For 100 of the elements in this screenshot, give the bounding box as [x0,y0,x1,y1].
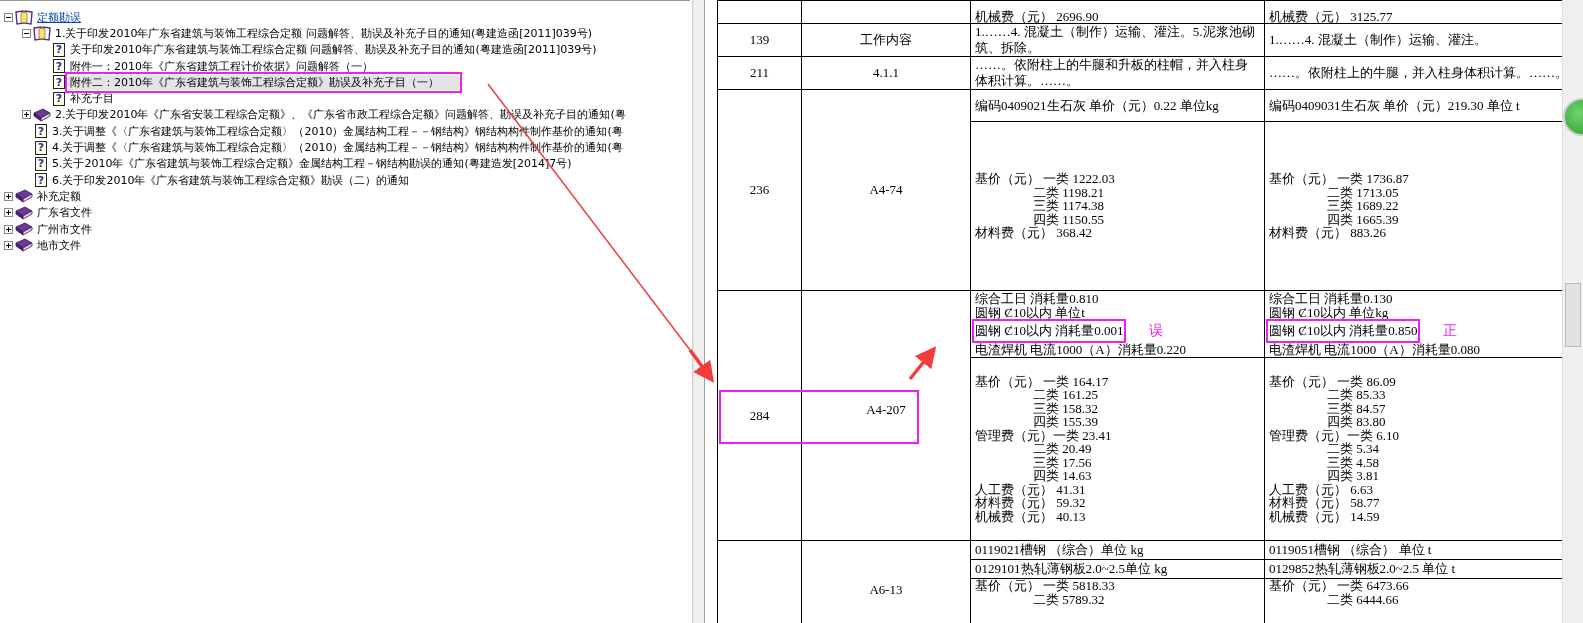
cell-line: 二类 20.49 [1033,442,1092,456]
cell-line: 编码0409021生石灰 单价（元）0.22 单位kg [975,97,1219,114]
table-cell: A6-13 [869,582,903,597]
tree-item[interactable]: 广州市文件 [35,221,94,237]
cell-line: 机械费（元） 14.59 [1269,509,1380,524]
cell-line: 机械费（元） 3125.77 [1269,9,1393,23]
tree-item[interactable]: 附件一：2010年《广东省建筑工程计价依据》问题解答（一） [68,58,375,74]
cell-line: 四类 83.80 [1327,415,1386,429]
book-icon [15,221,33,237]
cell-line: 四类 1150.55 [1033,212,1105,227]
cell-line: 三类 158.32 [1033,401,1098,416]
table-cell: 4.1.1 [873,65,899,80]
help-document-icon: ? [35,173,47,188]
cell-line: 圆钢 Ȼ10以内 消耗量0.001 [975,322,1124,340]
cell-line: 基价（元） 一类 86.09 [1269,374,1396,389]
cell-line: 机械费（元） 2696.90 [975,9,1099,23]
tree-item[interactable]: 广东省文件 [35,205,94,221]
cell-line: 四类 14.63 [1033,469,1092,483]
cell-line: 管理费（元）一类 6.10 [1269,428,1399,443]
cell-line: 1.……4. 混凝土（制作）运输、灌注。 [1269,32,1487,48]
cell-line: 二类 85.33 [1327,388,1386,402]
book-icon [15,188,33,205]
cell-line: 三类 1174.38 [1033,199,1105,213]
tree-item[interactable]: 关于印发2010年广东省建筑与装饰工程综合定额 问题解答、勘误及补充子目的通知(粤建造函[2011]039号) [68,42,599,58]
help-document-icon: ? [35,156,47,171]
cell-line: 三类 84.57 [1327,401,1386,416]
cell-line: 管理费（元）一类 23.41 [975,428,1112,443]
cell-line: 机械费（元） 40.13 [975,509,1086,524]
error-note: 误 [1149,324,1164,338]
cell-line: 材料费（元） 58.77 [1269,496,1380,510]
help-document-icon: ? [53,91,65,106]
book-icon [33,106,51,123]
book-icon [15,204,33,221]
expander-icon[interactable] [4,240,13,250]
cell-line: 综合工日 消耗量0.130 [1269,292,1393,306]
expander-icon[interactable] [4,224,13,234]
open-book-icon [15,9,33,26]
arrow [908,346,937,381]
cell-line: ……。依附柱上的牛腿和升板的柱帽，并入柱身体积计算。……。 [975,57,1249,89]
table-cell: 211 [750,65,769,80]
table-cell: 284 [749,407,770,423]
cell-line: 二类 1713.05 [1327,185,1399,200]
cell-line: 二类 5789.32 [1033,592,1105,606]
cell-line: 电渣焊机 电流1000（A）消耗量0.220 [975,342,1186,356]
cell-line: 0129852热轧薄钢板2.0~2.5 单位 t [1269,562,1456,576]
cell-line: 圆钢 Ȼ10以内 单位t [975,305,1085,319]
cell-line: 人工费（元） 6.63 [1269,482,1373,497]
help-document-icon: ? [53,59,65,74]
expander-icon[interactable] [4,191,13,201]
cell-line: 综合工日 消耗量0.810 [975,292,1099,306]
cell-line: 三类 4.58 [1327,455,1379,470]
scroll-thumb[interactable] [1565,283,1581,347]
cell-line: 材料费（元） 368.42 [975,226,1092,240]
tree-item[interactable]: 补充子目 [68,91,116,107]
expander-icon[interactable] [22,110,31,120]
cell-line: 基价（元） 一类 5818.33 [975,579,1115,593]
cell-line: 基价（元） 一类 6473.66 [1269,579,1409,593]
cell-line: 四类 3.81 [1327,469,1379,483]
scrollbar[interactable] [1562,0,1583,623]
cell-line: 0119021槽钢 （综合）单位 kg [975,543,1144,557]
expander-icon[interactable] [4,208,13,218]
table-cell: 139 [749,32,770,47]
cell-line: 基价（元） 一类 1736.87 [1269,172,1409,186]
tree-item[interactable]: 1.关于印发2010年广东省建筑与装饰工程综合定额 问题解答、勘误及补充子目的通知(粤建造函[2011]039号) [53,25,595,41]
table-cell: 236 [749,182,770,197]
cell-line: 编码0409031生石灰 单价（元）219.30 单位 t [1269,97,1520,114]
cell-line: 材料费（元） 59.32 [975,496,1086,510]
book-icon [15,237,33,254]
tree-item[interactable]: 地市文件 [35,237,83,253]
cell-line: 圆钢 Ȼ10以内 消耗量0.850 [1269,322,1418,340]
expander-icon[interactable] [4,12,13,22]
open-book-icon [33,25,51,42]
cell-line: 电渣焊机 电流1000（A）消耗量0.080 [1269,342,1480,356]
tree-item[interactable]: 补充定额 [35,188,83,204]
cell-line: 二类 5.34 [1327,442,1379,456]
help-document-icon: ? [53,75,65,90]
table-cell: A4-74 [869,182,903,197]
tree-item[interactable]: 附件二：2010年《广东省建筑与装饰工程综合定额》勘误及补充子目（一） [68,74,459,90]
cell-line: 二类 161.25 [1033,388,1098,402]
tree-item[interactable]: 6.关于印发2010年《广东省建筑与装饰工程综合定额》勘误（二）的通知 [50,172,412,188]
help-document-icon: ? [35,124,47,139]
cell-line: 三类 1689.22 [1327,199,1399,213]
correct-note: 正 [1443,324,1458,338]
cell-line: 材料费（元） 883.26 [1269,226,1386,240]
tree-item[interactable]: 2.关于印发2010年《广东省安装工程综合定额》、《广东省市政工程综合定额》问题解答、勘误及补充子目的通知(粤 [53,107,628,123]
expander-icon[interactable] [22,28,31,38]
table-cell: A4-207 [866,401,906,417]
cell-line: 1.……4. 混凝土（制作）运输、灌注。5.泥浆池砌筑、拆除。 [975,24,1256,56]
cell-line: 四类 1665.39 [1327,212,1399,227]
cell-line: 0119051槽钢 （综合） 单位 t [1269,543,1432,557]
cell-line: 基价（元） 一类 1222.03 [975,172,1115,186]
help-document-icon: ? [53,42,65,57]
cell-line: ……。依附柱上的牛腿，并入柱身体积计算。……。 [1269,65,1563,81]
cell-line: 四类 155.39 [1033,415,1098,429]
tree-item[interactable]: 定额勘误 [35,9,83,25]
cell-line: 二类 1198.21 [1033,185,1105,200]
cell-line: 基价（元） 一类 164.17 [975,374,1109,389]
cell-line: 人工费（元） 41.31 [975,482,1086,497]
cell-line: 二类 6444.66 [1327,592,1399,606]
table-cell: 工作内容 [860,32,912,47]
